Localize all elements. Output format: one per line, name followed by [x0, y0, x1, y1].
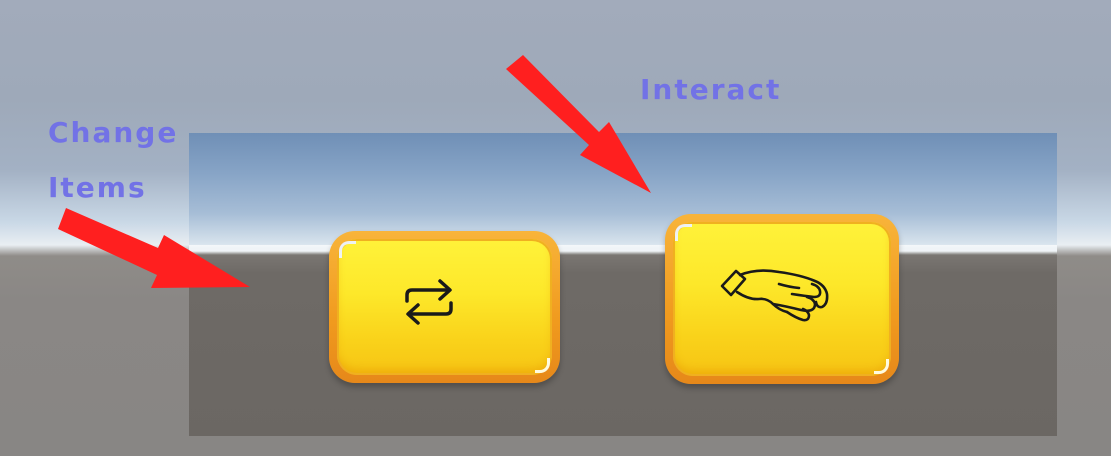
unity-scene-screenshot: { "annotations": { "change_items_line1":…: [0, 0, 1111, 456]
horizon-glow: [189, 245, 1057, 253]
arrow-right-shape: [506, 55, 651, 193]
change-items-label-line1: Change: [48, 116, 179, 149]
hand-icon: [720, 269, 829, 322]
arrow-left-shape: [58, 208, 250, 288]
button-highlight-top-left: [675, 224, 692, 241]
interact-button[interactable]: [665, 214, 899, 384]
button-highlight-top-left: [339, 241, 356, 258]
swap-arrows-icon: [405, 279, 453, 325]
change-items-button[interactable]: [329, 231, 560, 383]
red-arrow-icon: [506, 55, 651, 193]
red-arrow-icon: [58, 208, 250, 288]
